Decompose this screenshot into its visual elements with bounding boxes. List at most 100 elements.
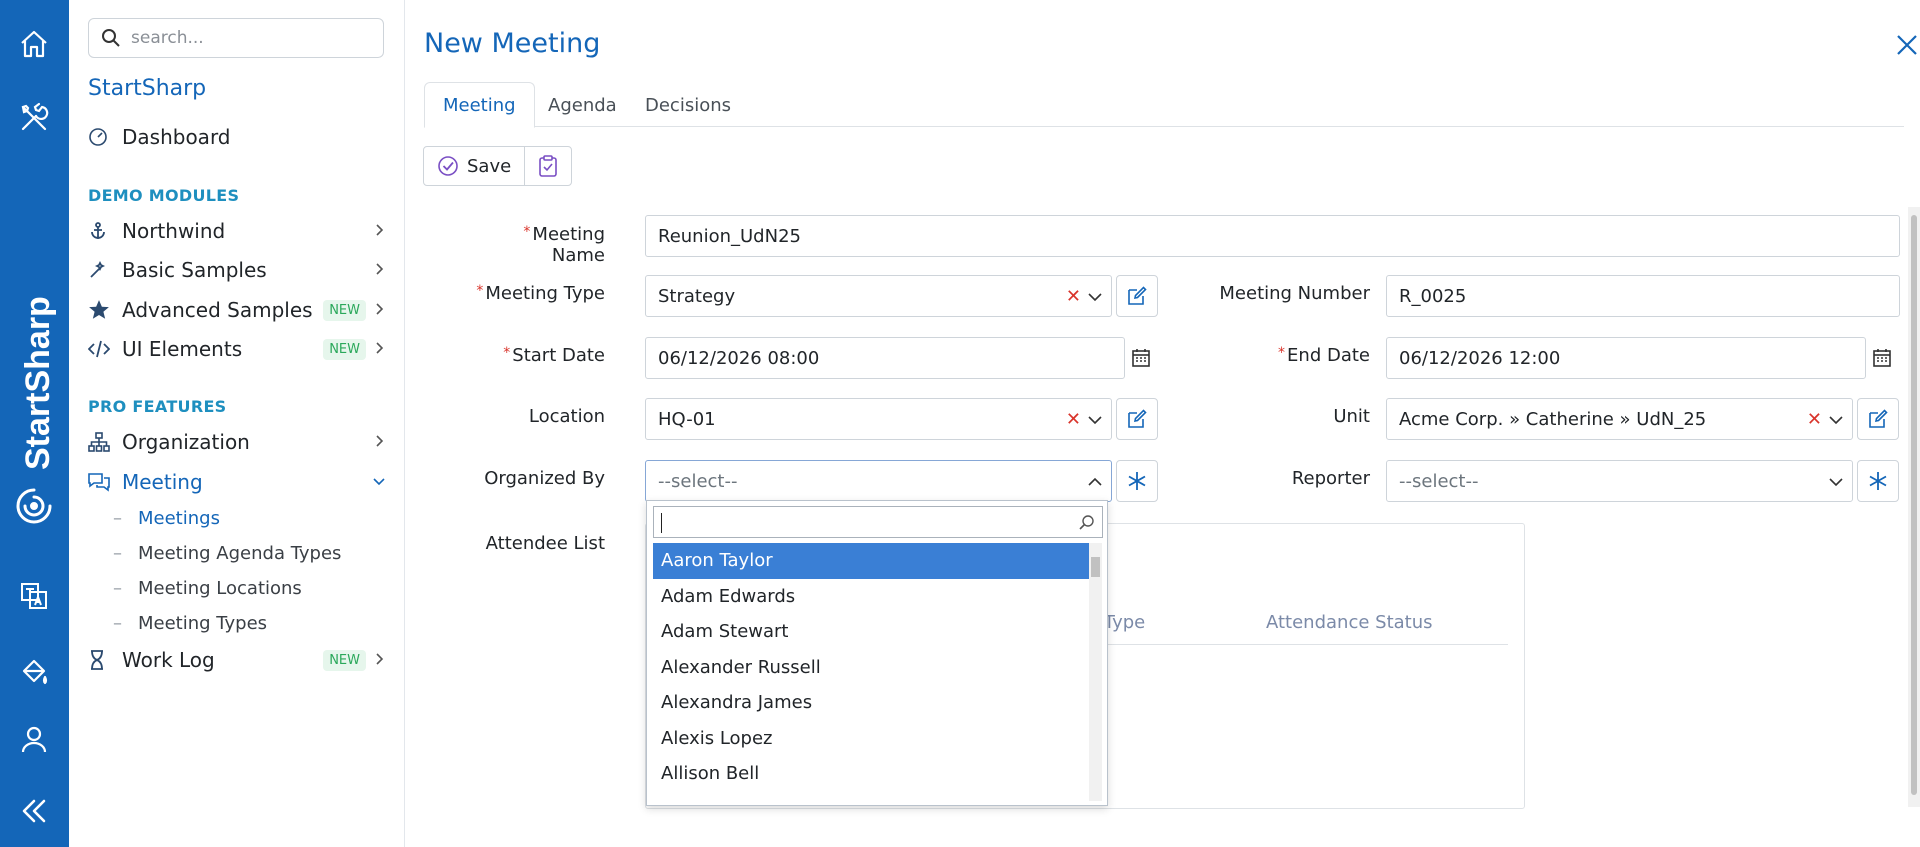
unit-value: Acme Corp. » Catherine » UdN_25 (1399, 408, 1707, 430)
chat-bubbles-icon (88, 472, 122, 492)
home-icon[interactable] (14, 24, 54, 64)
dropdown-scrollbar[interactable] (1089, 543, 1102, 801)
brand-text: StartSharp (19, 296, 57, 470)
sidebar-search-input[interactable]: search... (88, 18, 384, 58)
org-chart-icon (88, 432, 122, 452)
end-date-value: 06/12/2026 12:00 (1399, 347, 1561, 369)
organized-by-dropdown: Aaron Taylor Adam Edwards Adam Stewart A… (646, 500, 1108, 806)
sidebar-item-organization[interactable]: Organization (88, 425, 388, 459)
meeting-name-field[interactable]: Reunion_UdN25 (645, 215, 1900, 257)
sidebar-subitem-label: Meeting Locations (138, 578, 302, 599)
calendar-icon[interactable] (1128, 345, 1154, 371)
check-circle-icon (438, 156, 458, 176)
organized-by-inplace-button[interactable] (1116, 460, 1158, 502)
sidebar-subitem-meetings[interactable]: – Meetings (113, 508, 220, 529)
sidebar-subitem-label: Meetings (138, 508, 220, 529)
tab-decisions[interactable]: Decisions (627, 82, 749, 128)
code-icon (88, 339, 122, 359)
search-icon (102, 29, 120, 47)
sidebar-subitem-label: Meeting Types (138, 613, 268, 634)
edit-location-button[interactable] (1116, 398, 1158, 440)
toolbar: Save (423, 146, 573, 186)
apply-changes-button[interactable] (524, 147, 571, 185)
brand-vertical-logo: StartSharp (19, 296, 57, 470)
tab-agenda[interactable]: Agenda (530, 82, 635, 128)
edit-meeting-type-button[interactable] (1116, 275, 1158, 317)
dropdown-option[interactable]: Alexandra James (653, 685, 1091, 721)
meeting-type-label: * Meeting Type (475, 283, 605, 304)
dropdown-option[interactable]: Alexis Lopez (653, 721, 1091, 757)
new-badge: NEW (323, 650, 366, 671)
scrollbar-thumb[interactable] (1911, 215, 1917, 795)
start-date-value: 06/12/2026 08:00 (658, 347, 820, 369)
chevron-right-icon (376, 653, 384, 665)
edit-icon (1128, 409, 1147, 428)
anchor-icon (88, 221, 122, 241)
translate-icon[interactable] (14, 576, 54, 616)
dropdown-option[interactable]: Aaron Taylor (653, 543, 1091, 579)
meeting-name-value: Reunion_UdN25 (658, 225, 801, 247)
wand-icon (88, 260, 122, 280)
sidebar-subitem-meeting-agenda-types[interactable]: – Meeting Agenda Types (113, 543, 341, 564)
sidebar-item-advanced-samples[interactable]: Advanced Samples NEW (88, 293, 388, 327)
chevron-down-icon (373, 478, 385, 486)
sidebar-item-label: Meeting (122, 470, 203, 494)
sidebar-item-meeting[interactable]: Meeting (88, 465, 388, 499)
start-date-field[interactable]: 06/12/2026 08:00 (645, 337, 1125, 379)
reporter-select[interactable]: --select-- (1386, 460, 1853, 502)
chevron-right-icon (376, 263, 384, 275)
tools-icon[interactable] (14, 98, 54, 138)
dropdown-option[interactable]: Allison Bell (653, 756, 1091, 792)
meeting-type-select[interactable]: Strategy ✕ (645, 275, 1112, 317)
sidebar-item-work-log[interactable]: Work Log NEW (88, 643, 388, 677)
hourglass-icon (88, 650, 122, 670)
dialog-title: New Meeting (424, 28, 601, 59)
clear-icon[interactable]: ✕ (1807, 409, 1822, 430)
dropdown-option[interactable]: Adam Edwards (653, 579, 1091, 615)
edit-icon (1869, 409, 1888, 428)
clear-icon[interactable]: ✕ (1066, 409, 1081, 430)
meeting-number-field[interactable]: R_0025 (1386, 275, 1900, 317)
sidebar-item-basic-samples[interactable]: Basic Samples (88, 253, 388, 287)
sidebar-subitem-meeting-locations[interactable]: – Meeting Locations (113, 578, 302, 599)
sidebar: search... StartSharp Dashboard DEMO MODU… (69, 0, 405, 847)
chevron-right-icon (376, 224, 384, 236)
end-date-label: * End Date (1185, 345, 1370, 366)
required-mark: * (503, 345, 511, 361)
dropdown-option[interactable]: Adam Stewart (653, 614, 1091, 650)
attendee-list-label: Attendee List (485, 533, 605, 554)
organized-by-select[interactable]: --select-- (645, 460, 1112, 502)
dialog: New Meeting Meeting Agenda Decisions Sav… (405, 0, 1920, 847)
new-badge: NEW (323, 339, 366, 360)
calendar-icon[interactable] (1869, 345, 1895, 371)
unit-select[interactable]: Acme Corp. » Catherine » UdN_25 ✕ (1386, 398, 1853, 440)
collapse-icon[interactable] (14, 791, 54, 831)
reporter-inplace-button[interactable] (1857, 460, 1899, 502)
user-icon[interactable] (14, 719, 54, 759)
clear-icon[interactable]: ✕ (1066, 286, 1081, 307)
dropdown-search-input[interactable] (653, 506, 1103, 538)
end-date-field[interactable]: 06/12/2026 12:00 (1386, 337, 1866, 379)
sidebar-item-ui-elements[interactable]: UI Elements NEW (88, 332, 388, 366)
paint-bucket-icon[interactable] (14, 653, 54, 693)
sidebar-item-label: Work Log (122, 648, 215, 672)
app-name[interactable]: StartSharp (88, 76, 206, 101)
sidebar-item-label: Advanced Samples (122, 298, 313, 322)
sidebar-item-dashboard[interactable]: Dashboard (88, 120, 388, 154)
search-placeholder: search... (131, 28, 204, 48)
close-icon[interactable] (1894, 32, 1920, 58)
dropdown-option[interactable]: Alexander Russell (653, 650, 1091, 686)
tab-meeting[interactable]: Meeting (424, 82, 535, 128)
location-select[interactable]: HQ-01 ✕ (645, 398, 1112, 440)
form-scrollbar[interactable] (1908, 207, 1920, 807)
sidebar-subitem-meeting-types[interactable]: – Meeting Types (113, 613, 267, 634)
start-date-label-text: Start Date (512, 345, 605, 366)
save-button[interactable]: Save (424, 147, 524, 185)
column-header-attendance-status[interactable]: Attendance Status (1266, 612, 1433, 633)
gauge-icon (88, 127, 122, 147)
sidebar-item-label: Organization (122, 430, 250, 454)
sidebar-item-northwind[interactable]: Northwind (88, 214, 388, 248)
scrollbar-thumb[interactable] (1091, 557, 1100, 577)
edit-unit-button[interactable] (1857, 398, 1899, 440)
chevron-down-icon (1829, 478, 1843, 487)
